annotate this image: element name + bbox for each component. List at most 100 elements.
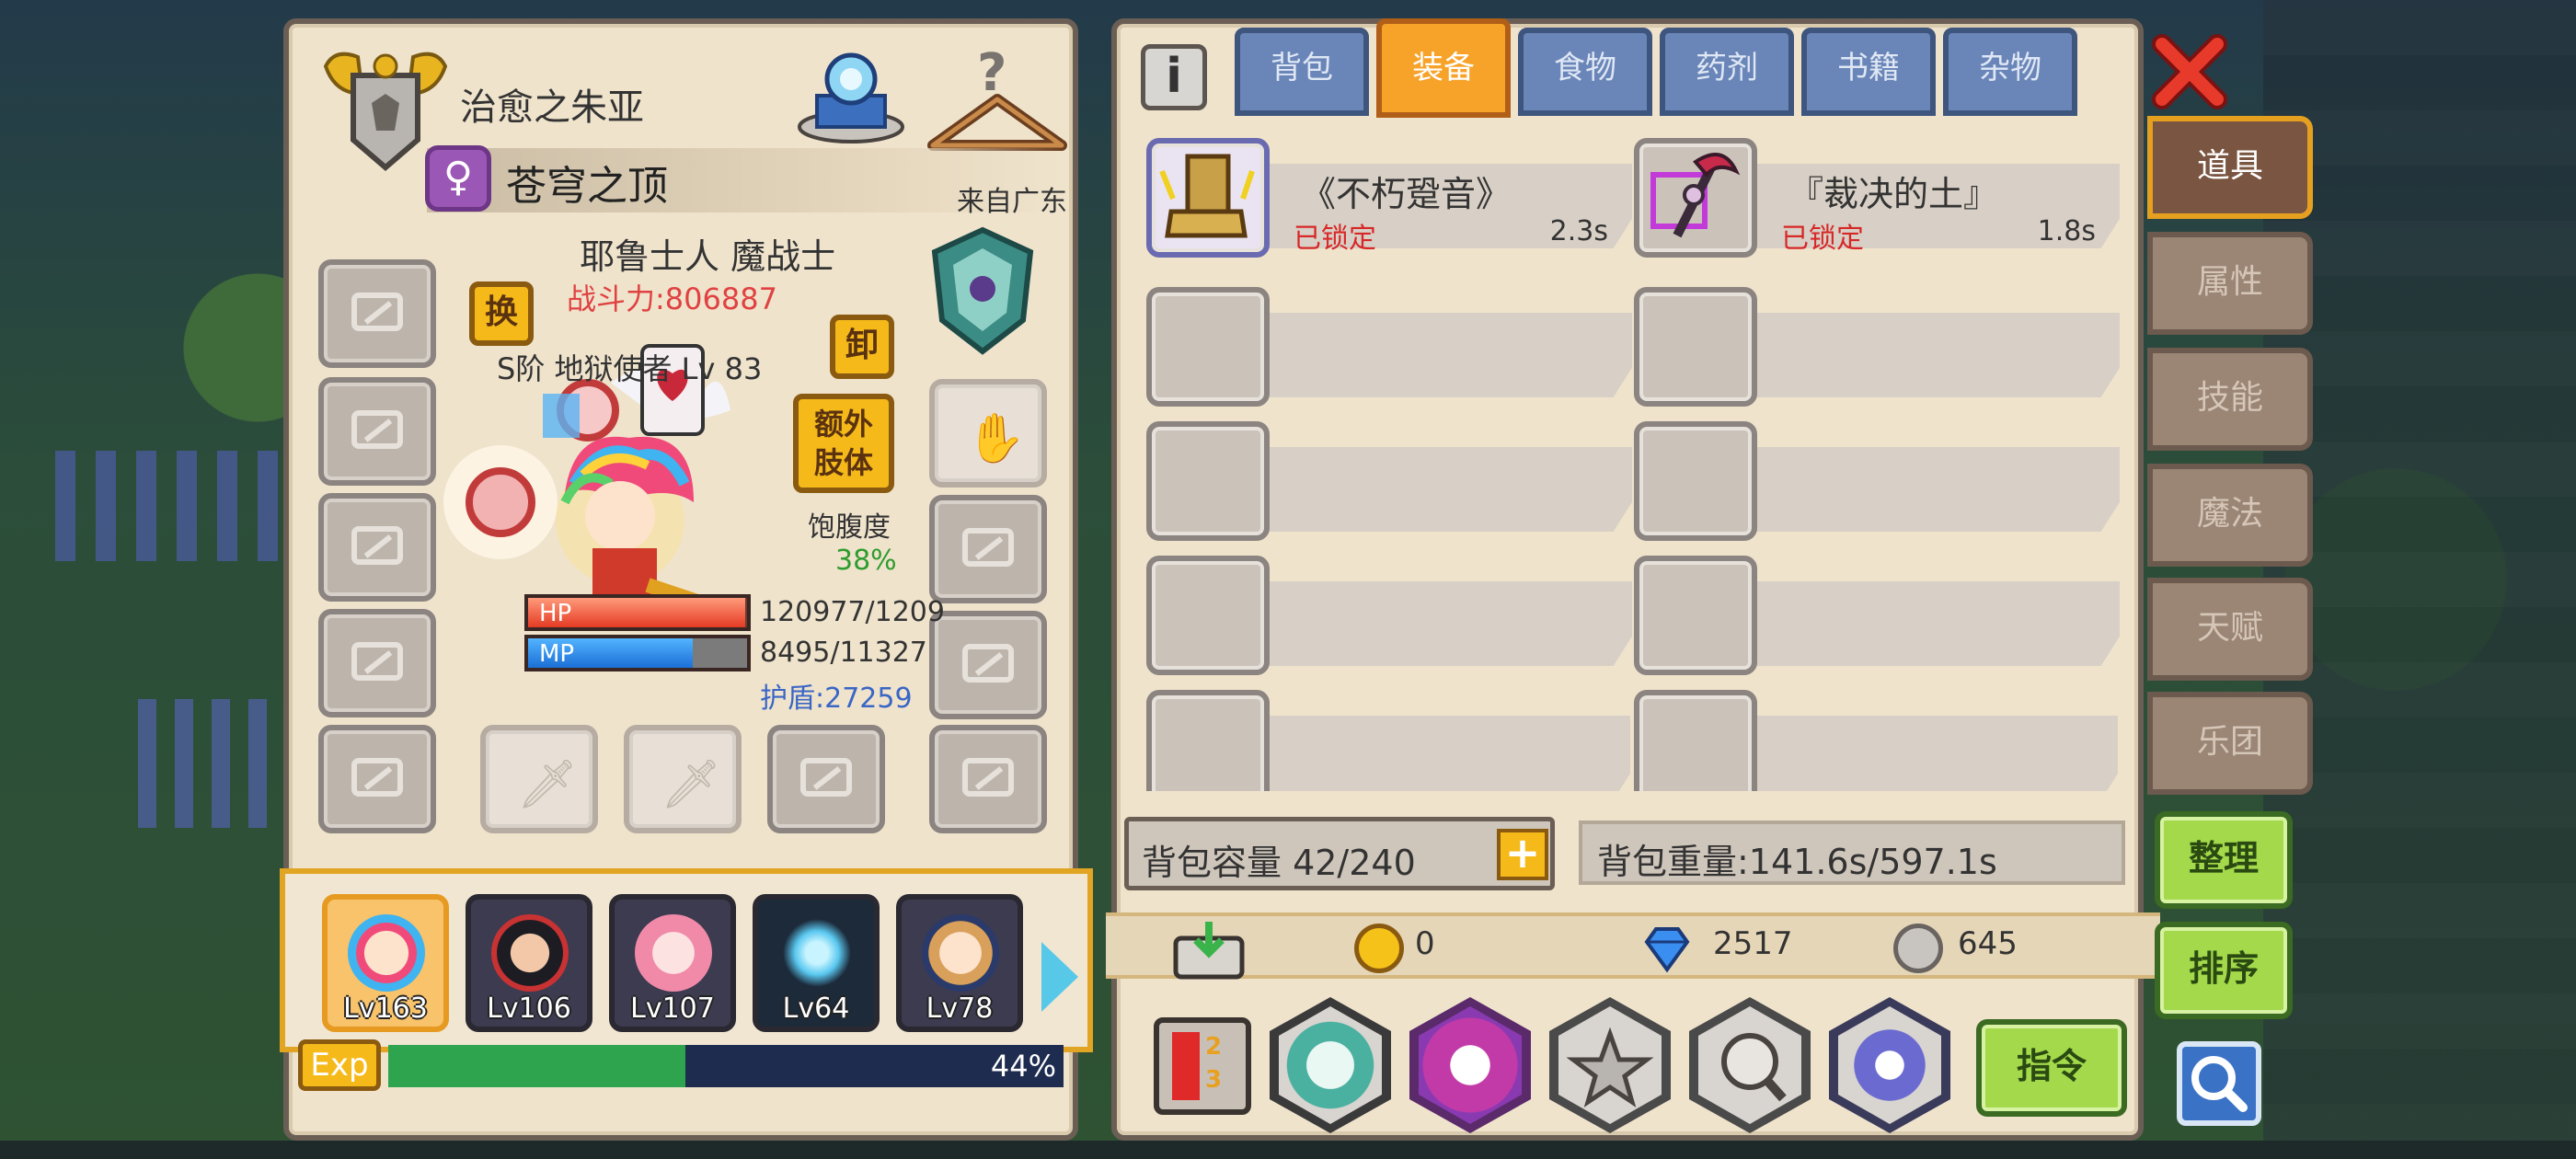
equip-slot-empty[interactable] (318, 609, 436, 717)
silver-coin-icon (1893, 924, 1943, 973)
loupe-skill-button[interactable] (1689, 997, 1811, 1133)
inventory-slot-empty[interactable] (1634, 421, 2120, 541)
core-skill-button[interactable] (1829, 997, 1950, 1133)
numbering-button[interactable]: 2 3 (1154, 1017, 1251, 1115)
team-next-arrow-icon[interactable] (1041, 942, 1078, 1012)
inventory-slot-empty[interactable] (1634, 287, 2120, 407)
hp-label: HP (539, 600, 572, 627)
inventory-slot-empty[interactable] (1634, 556, 2120, 675)
member-level: Lv163 (343, 993, 428, 1025)
inventory-item[interactable]: 『裁决的土』 已锁定 1.8s (1634, 138, 2120, 258)
guild-name: 苍穹之顶 (506, 163, 668, 210)
combat-power: 战斗力:806887 (567, 281, 777, 316)
satiety-label: 饱腹度 (808, 511, 891, 544)
info-button[interactable]: i (1141, 44, 1207, 110)
download-storage-icon[interactable] (1170, 918, 1248, 981)
member-level: Lv64 (782, 993, 850, 1025)
tidy-button[interactable]: 整理 (2155, 811, 2293, 909)
map-icon (1279, 1006, 1382, 1124)
equip-slot-empty[interactable] (929, 725, 1047, 833)
shop-skill-button[interactable] (1409, 997, 1531, 1133)
sword-icon: 🗡 (517, 757, 579, 812)
tab-bag[interactable]: 背包 (1235, 28, 1369, 116)
equip-slot-empty[interactable] (929, 611, 1047, 719)
weapon-slot[interactable]: 🗡 (480, 725, 598, 833)
expand-capacity-button[interactable]: + (1497, 829, 1548, 880)
member-portrait (348, 914, 425, 992)
side-tab-magic[interactable]: 魔法 (2147, 464, 2313, 567)
silver-amount: 645 (1958, 925, 2018, 962)
bag-weight: 背包重量:141.6s/597.1s (1597, 842, 1997, 882)
inventory-item[interactable]: 《不朽跫音》 已锁定 2.3s (1146, 138, 1632, 258)
inventory-panel: i 背包 装备 食物 药剂 书籍 杂物 《不朽跫音》 已锁定 2.3s 『裁决的… (1106, 18, 2160, 1141)
side-tab-skills[interactable]: 技能 (2147, 348, 2313, 451)
star-icon (1558, 1006, 1662, 1124)
team-member-5[interactable]: Lv78 (896, 894, 1023, 1032)
bag-capacity-box: 背包容量 42/240 + (1124, 817, 1555, 890)
map-skill-button[interactable] (1270, 997, 1391, 1133)
equip-slot-empty[interactable] (318, 377, 436, 486)
item-lock-status: 已锁定 (1294, 223, 1376, 255)
core-icon (1838, 1006, 1941, 1124)
search-button[interactable] (2177, 1041, 2261, 1126)
team-member-3[interactable]: Lv107 (609, 894, 736, 1032)
search-icon (2191, 1056, 2248, 1112)
unequip-button[interactable]: 卸 (830, 315, 894, 379)
scythe-icon (1634, 138, 1757, 258)
bag-capacity: 背包容量 42/240 (1142, 843, 1416, 883)
diamond-amount: 2517 (1713, 925, 1793, 962)
pet-info: S阶 地狱使者 Lv 83 (497, 351, 763, 386)
character-panel: 治愈之朱亚 ? ♀ 苍穹之顶 来自广东 耶鲁士人 魔战士 战斗力:806887 … (280, 18, 1093, 1141)
team-member-1[interactable]: Lv163 (322, 894, 449, 1032)
item-name: 《不朽跫音》 (1301, 174, 1512, 214)
equip-slot-empty[interactable] (318, 493, 436, 602)
svg-text:3: 3 (1205, 1066, 1222, 1094)
sword-icon: 🗡 (661, 757, 722, 812)
exp-bar-fill (388, 1045, 685, 1087)
side-tab-attributes[interactable]: 属性 (2147, 232, 2313, 335)
shield-emblem-icon[interactable] (927, 224, 1038, 357)
inventory-slot-empty[interactable] (1146, 690, 1630, 791)
tab-misc[interactable]: 杂物 (1943, 28, 2077, 116)
hp-bar: HP (524, 594, 751, 631)
weapon-slot[interactable]: 🗡 (624, 725, 742, 833)
crystal-pedestal-icon[interactable] (793, 39, 909, 147)
sort-button[interactable]: 排序 (2155, 922, 2293, 1019)
tab-equipment[interactable]: 装备 (1376, 18, 1511, 118)
side-tab-talent[interactable]: 天赋 (2147, 578, 2313, 681)
command-button[interactable]: 指令 (1976, 1019, 2127, 1117)
equip-slot-empty[interactable] (318, 725, 436, 833)
mp-label: MP (539, 640, 575, 668)
inventory-slot-empty[interactable] (1634, 690, 2118, 791)
team-member-4[interactable]: Lv64 (753, 894, 880, 1032)
satiety-value: 38% (835, 545, 897, 577)
extra-limb-button[interactable]: 额外肢体 (793, 394, 894, 493)
tab-books[interactable]: 书籍 (1801, 28, 1936, 116)
boots-icon (1146, 138, 1270, 258)
side-tab-band[interactable]: 乐团 (2147, 692, 2313, 795)
favorite-skill-button[interactable] (1549, 997, 1671, 1133)
member-portrait (922, 914, 999, 992)
exp-percent: 44% (990, 1049, 1056, 1084)
svg-text:2: 2 (1205, 1033, 1222, 1061)
gold-coin-icon (1354, 924, 1404, 973)
close-icon[interactable] (2151, 33, 2228, 110)
tab-potion[interactable]: 药剂 (1660, 28, 1794, 116)
tab-food[interactable]: 食物 (1518, 28, 1652, 116)
inventory-slot-empty[interactable] (1146, 556, 1632, 675)
extra-limb-slot[interactable]: ✋ (929, 379, 1047, 488)
inventory-slot-empty[interactable] (1146, 287, 1632, 407)
exp-label: Exp (298, 1039, 381, 1091)
member-level: Lv78 (926, 993, 994, 1025)
team-member-2[interactable]: Lv106 (466, 894, 592, 1032)
team-bar: Lv163 Lv106 Lv107 Lv64 Lv78 (280, 868, 1093, 1052)
hanger-icon[interactable]: ? (924, 44, 1071, 164)
side-tab-items[interactable]: 道具 (2147, 116, 2313, 219)
equip-slot-empty[interactable] (318, 259, 436, 368)
equip-slot-empty[interactable] (929, 495, 1047, 603)
inventory-slot-empty[interactable] (1146, 421, 1632, 541)
bag-weight-box: 背包重量:141.6s/597.1s (1579, 820, 2125, 885)
character-title: 治愈之朱亚 (460, 86, 644, 129)
diamond-icon (1644, 927, 1690, 973)
equip-slot-empty[interactable] (767, 725, 885, 833)
